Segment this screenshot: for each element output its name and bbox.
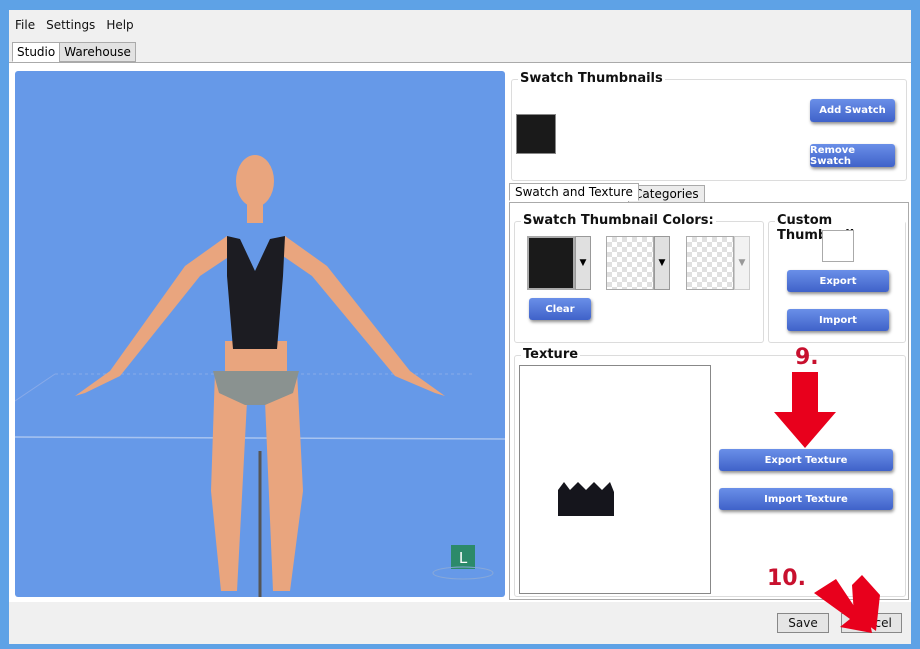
add-swatch-button[interactable]: Add Swatch: [810, 99, 895, 122]
menu-help[interactable]: Help: [106, 18, 133, 32]
studio-panel: L Swatch Thumbnails Add Swatch Remove Sw…: [9, 62, 911, 602]
texture-group: Texture Export Texture Import Texture: [514, 347, 906, 597]
chevron-down-icon[interactable]: ▼: [734, 236, 750, 290]
swatch-thumbnails-group: Swatch Thumbnails Add Swatch Remove Swat…: [511, 71, 907, 181]
3d-viewport[interactable]: L: [15, 71, 505, 597]
group-title: Swatch Thumbnail Colors:: [521, 213, 716, 228]
export-texture-button[interactable]: Export Texture: [719, 449, 893, 471]
clear-button[interactable]: Clear: [529, 298, 591, 320]
swatch-thumbnail-colors-group: Swatch Thumbnail Colors: ▼ ▼ ▼ Clear: [514, 213, 764, 343]
viewport-badge: L: [459, 549, 468, 567]
menu-bar: File Settings Help: [9, 10, 145, 40]
tab-categories[interactable]: Categories: [628, 185, 705, 203]
chevron-down-icon[interactable]: ▼: [654, 236, 670, 290]
tab-studio[interactable]: Studio: [12, 42, 61, 62]
arrow-down-icon: [774, 372, 836, 448]
tab-swatch-and-texture[interactable]: Swatch and Texture: [509, 183, 639, 201]
app-window: File Settings Help Studio Warehouse L Sw…: [9, 10, 911, 644]
subtab-panel: Swatch Thumbnail Colors: ▼ ▼ ▼ Clear Cus…: [509, 202, 909, 600]
texture-image: [558, 482, 614, 516]
chevron-down-icon[interactable]: ▼: [575, 236, 591, 290]
menu-settings[interactable]: Settings: [46, 18, 95, 32]
step-9-label: 9.: [795, 345, 819, 370]
custom-thumbnail-group: Custom Thumbnail Export Import: [768, 213, 906, 343]
remove-swatch-button[interactable]: Remove Swatch: [810, 144, 895, 167]
model-preview: L: [15, 155, 505, 597]
import-thumbnail-button[interactable]: Import: [787, 309, 889, 331]
texture-preview: [519, 365, 711, 594]
step-10-label: 10.: [767, 566, 806, 591]
color-swatch-2[interactable]: [606, 236, 654, 290]
group-title: Texture: [521, 347, 581, 362]
color-swatch-3[interactable]: [686, 236, 734, 290]
menu-file[interactable]: File: [15, 18, 35, 32]
export-thumbnail-button[interactable]: Export: [787, 270, 889, 292]
group-title: Swatch Thumbnails: [518, 71, 665, 86]
swatch-thumbnail[interactable]: [516, 114, 556, 154]
color-swatch-1[interactable]: [527, 236, 575, 290]
custom-thumbnail-preview: [822, 230, 854, 262]
arrow-pointer-icon: [814, 575, 880, 633]
tab-warehouse[interactable]: Warehouse: [59, 42, 136, 62]
import-texture-button[interactable]: Import Texture: [719, 488, 893, 510]
